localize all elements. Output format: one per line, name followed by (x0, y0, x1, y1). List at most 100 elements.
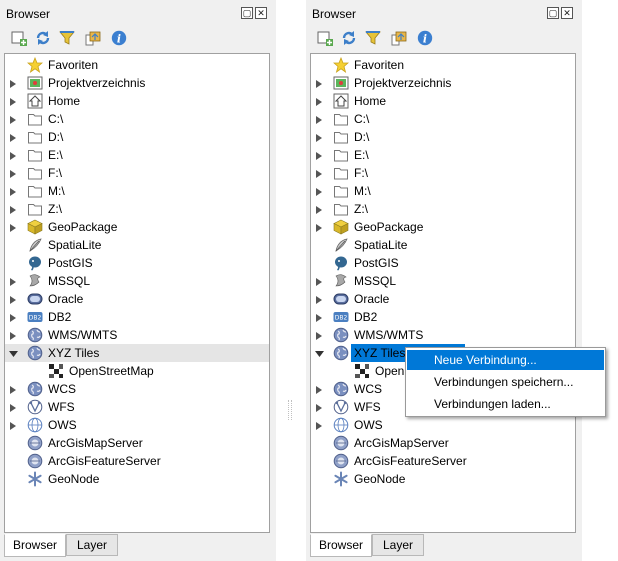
expanded-arrow-icon[interactable] (315, 348, 324, 358)
tree-item[interactable]: D:\ (311, 128, 575, 146)
collapsed-arrow-icon[interactable] (9, 168, 18, 178)
tree-item[interactable]: E:\ (5, 146, 269, 164)
add-layer-icon[interactable] (10, 29, 28, 47)
menu-item-new-connection[interactable]: Neue Verbindung... (407, 350, 604, 370)
refresh-icon[interactable] (340, 29, 358, 47)
tree-item[interactable]: C:\ (5, 110, 269, 128)
tree-item[interactable]: MSSQL (5, 272, 269, 290)
collapsed-arrow-icon[interactable] (9, 114, 18, 124)
tree-item[interactable]: F:\ (311, 164, 575, 182)
collapsed-arrow-icon[interactable] (9, 276, 18, 286)
collapsed-arrow-icon[interactable] (9, 384, 18, 394)
tree-item[interactable]: WCS (5, 380, 269, 398)
tree-item[interactable]: PostGIS (5, 254, 269, 272)
browser-tree[interactable]: Favoriten Projektverzeichnis Home C:\ D:\ E:\… (310, 53, 576, 533)
collapsed-arrow-icon[interactable] (9, 204, 18, 214)
collapsed-arrow-icon[interactable] (315, 204, 324, 214)
tree-item[interactable]: MSSQL (311, 272, 575, 290)
collapsed-arrow-icon[interactable] (315, 276, 324, 286)
tree-item[interactable]: Oracle (311, 290, 575, 308)
tab-layer[interactable]: Layer (66, 534, 118, 556)
collapsed-arrow-icon[interactable] (9, 222, 18, 232)
tree-item[interactable]: SpatiaLite (311, 236, 575, 254)
collapsed-arrow-icon[interactable] (315, 222, 324, 232)
collapsed-arrow-icon[interactable] (9, 186, 18, 196)
tree-item[interactable]: PostGIS (311, 254, 575, 272)
tree-item[interactable]: GeoPackage (5, 218, 269, 236)
collapsed-arrow-icon[interactable] (315, 312, 324, 322)
close-panel-button[interactable]: ✕ (561, 7, 573, 19)
add-layer-icon[interactable] (316, 29, 334, 47)
expanded-arrow-icon[interactable] (9, 348, 18, 358)
tree-item[interactable]: D:\ (5, 128, 269, 146)
tree-item[interactable]: WFS (5, 398, 269, 416)
panel-splitter[interactable] (288, 400, 292, 420)
tree-item[interactable]: Projektverzeichnis (5, 74, 269, 92)
tree-item[interactable]: WMS/WMTS (311, 326, 575, 344)
collapsed-arrow-icon[interactable] (9, 132, 18, 142)
collapse-all-icon[interactable] (84, 29, 102, 47)
collapse-all-icon[interactable] (390, 29, 408, 47)
tree-item[interactable]: ArcGisFeatureServer (5, 452, 269, 470)
tree-item[interactable]: GeoNode (5, 470, 269, 488)
collapsed-arrow-icon[interactable] (315, 78, 324, 88)
tree-item[interactable]: DB2 DB2 (5, 308, 269, 326)
collapsed-arrow-icon[interactable] (315, 168, 324, 178)
tree-item[interactable]: Home (5, 92, 269, 110)
collapsed-arrow-icon[interactable] (315, 96, 324, 106)
tree-item[interactable]: OWS (311, 416, 575, 434)
float-panel-button[interactable]: ▢ (241, 7, 253, 19)
tree-item[interactable]: M:\ (5, 182, 269, 200)
tree-item[interactable]: M:\ (311, 182, 575, 200)
tree-item[interactable]: OWS (5, 416, 269, 434)
collapsed-arrow-icon[interactable] (315, 132, 324, 142)
menu-item-save-connections[interactable]: Verbindungen speichern... (407, 372, 604, 392)
tab-browser[interactable]: Browser (4, 534, 66, 557)
collapsed-arrow-icon[interactable] (315, 420, 324, 430)
tree-item[interactable]: GeoPackage (311, 218, 575, 236)
tree-item[interactable]: Oracle (5, 290, 269, 308)
filter-icon[interactable] (58, 29, 76, 47)
tree-item[interactable]: C:\ (311, 110, 575, 128)
collapsed-arrow-icon[interactable] (315, 186, 324, 196)
tree-item[interactable]: ArcGisMapServer (5, 434, 269, 452)
tab-layer[interactable]: Layer (372, 534, 424, 556)
collapsed-arrow-icon[interactable] (315, 150, 324, 160)
tree-item[interactable]: Projektverzeichnis (311, 74, 575, 92)
collapsed-arrow-icon[interactable] (9, 150, 18, 160)
collapsed-arrow-icon[interactable] (315, 114, 324, 124)
collapsed-arrow-icon[interactable] (9, 312, 18, 322)
close-panel-button[interactable]: ✕ (255, 7, 267, 19)
tree-item[interactable]: E:\ (311, 146, 575, 164)
tab-browser[interactable]: Browser (310, 534, 372, 557)
collapsed-arrow-icon[interactable] (315, 384, 324, 394)
collapsed-arrow-icon[interactable] (9, 402, 18, 412)
info-icon[interactable]: i (110, 29, 128, 47)
tree-item[interactable]: Z:\ (5, 200, 269, 218)
collapsed-arrow-icon[interactable] (9, 420, 18, 430)
collapsed-arrow-icon[interactable] (315, 402, 324, 412)
float-panel-button[interactable]: ▢ (547, 7, 559, 19)
tree-item[interactable]: XYZ Tiles (5, 344, 269, 362)
tree-item[interactable]: F:\ (5, 164, 269, 182)
tree-item[interactable]: Z:\ (311, 200, 575, 218)
browser-tree[interactable]: Favoriten Projektverzeichnis Home C:\ D:\ E:\… (4, 53, 270, 533)
tree-item[interactable]: DB2 DB2 (311, 308, 575, 326)
tree-item[interactable]: Favoriten (311, 56, 575, 74)
tree-item[interactable]: SpatiaLite (5, 236, 269, 254)
collapsed-arrow-icon[interactable] (9, 78, 18, 88)
collapsed-arrow-icon[interactable] (9, 96, 18, 106)
collapsed-arrow-icon[interactable] (315, 294, 324, 304)
tree-item[interactable]: Favoriten (5, 56, 269, 74)
tree-item[interactable]: WMS/WMTS (5, 326, 269, 344)
tree-item[interactable]: Home (311, 92, 575, 110)
tree-item[interactable]: ArcGisFeatureServer (311, 452, 575, 470)
filter-icon[interactable] (364, 29, 382, 47)
info-icon[interactable]: i (416, 29, 434, 47)
menu-item-load-connections[interactable]: Verbindungen laden... (407, 394, 604, 414)
collapsed-arrow-icon[interactable] (9, 330, 18, 340)
tree-item[interactable]: OpenStreetMap (5, 362, 269, 380)
collapsed-arrow-icon[interactable] (9, 294, 18, 304)
refresh-icon[interactable] (34, 29, 52, 47)
tree-item[interactable]: GeoNode (311, 470, 575, 488)
